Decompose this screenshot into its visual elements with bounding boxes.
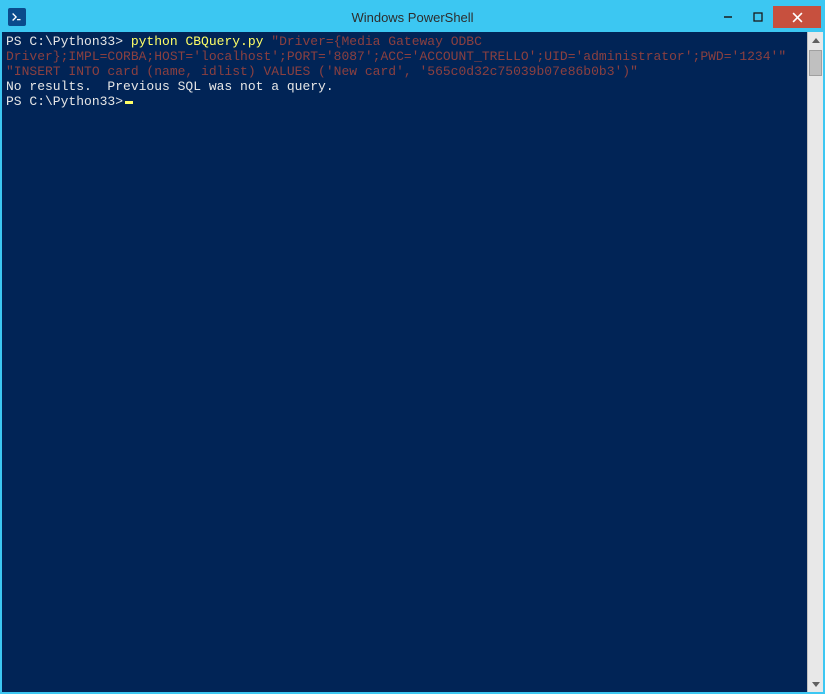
terminal-content[interactable]: PS C:\Python33> python CBQuery.py "Drive… [2, 32, 807, 692]
scroll-down-icon[interactable] [808, 676, 823, 692]
maximize-button[interactable] [743, 6, 773, 28]
cursor [125, 101, 133, 104]
prompt-1: PS C:\Python33> [6, 34, 123, 49]
powershell-window: Windows PowerShell PS C:\Python33> pytho… [0, 0, 825, 694]
vertical-scrollbar[interactable] [807, 32, 823, 692]
window-controls [713, 6, 821, 28]
command-1: python CBQuery.py [123, 34, 271, 49]
app-icon [8, 8, 26, 26]
terminal-area: PS C:\Python33> python CBQuery.py "Drive… [2, 32, 823, 692]
close-button[interactable] [773, 6, 821, 28]
titlebar[interactable]: Windows PowerShell [2, 2, 823, 32]
window-title: Windows PowerShell [351, 10, 473, 25]
scroll-up-icon[interactable] [808, 32, 823, 48]
scroll-thumb[interactable] [809, 50, 822, 76]
minimize-button[interactable] [713, 6, 743, 28]
output-line: No results. Previous SQL was not a query… [6, 79, 334, 94]
prompt-2: PS C:\Python33> [6, 94, 123, 109]
